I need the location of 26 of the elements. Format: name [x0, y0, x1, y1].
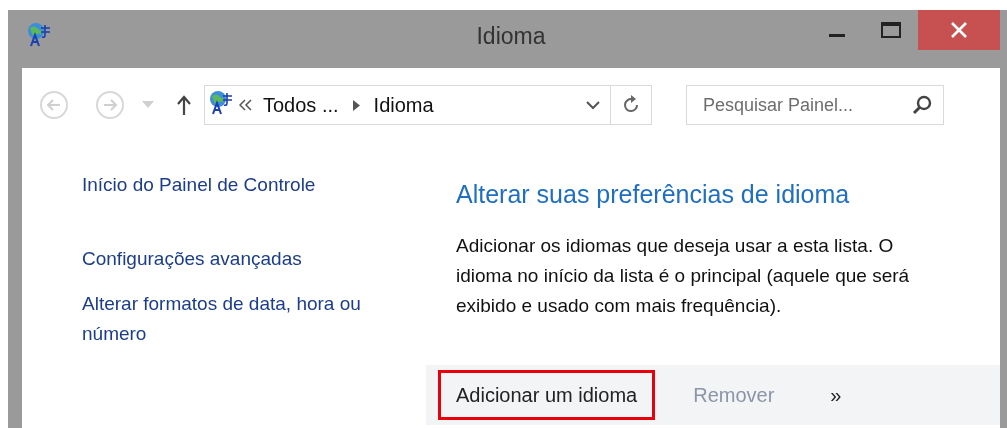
minimize-icon — [829, 33, 845, 37]
search-field[interactable]: Pesquisar Painel... — [686, 85, 944, 125]
up-arrow-icon[interactable] — [176, 95, 192, 115]
toolbar-button[interactable]: » — [812, 370, 860, 420]
maximize-icon — [880, 20, 902, 40]
description-text: Adicionar os idiomas que deseja usar a esta lista. O idioma no início da lista é o principal (aquele que será exibido e usado com mais frequência). — [456, 234, 911, 318]
dropdown-icon[interactable] — [586, 100, 600, 110]
back-arrow-icon — [46, 98, 62, 112]
search-icon[interactable] — [912, 95, 932, 115]
sidebar-link[interactable]: Início do Painel de Controle — [82, 170, 382, 200]
sidebar-link[interactable]: Configurações avançadas — [82, 244, 382, 274]
close-button[interactable] — [918, 10, 1000, 50]
language-icon — [27, 22, 51, 48]
address-bar[interactable]: Todos ... Idioma — [204, 85, 652, 125]
page-heading: Alterar suas preferências de idioma — [456, 180, 851, 209]
breadcrumb[interactable]: Todos ... — [263, 93, 339, 117]
breadcrumb[interactable]: Idioma — [373, 93, 434, 117]
close-icon — [950, 21, 968, 39]
sidebar-link[interactable]: Alterar formatos de data, hora ou número — [82, 289, 382, 349]
breadcrumb-arrow-icon[interactable] — [352, 99, 360, 111]
forward-arrow-icon — [102, 98, 118, 112]
refresh-icon[interactable] — [622, 95, 640, 115]
window-title: Idioma — [476, 22, 546, 50]
chevron-icon — [239, 99, 253, 111]
toolbar-button[interactable]: Adicionar um idioma — [438, 370, 656, 420]
language-icon — [209, 90, 233, 116]
